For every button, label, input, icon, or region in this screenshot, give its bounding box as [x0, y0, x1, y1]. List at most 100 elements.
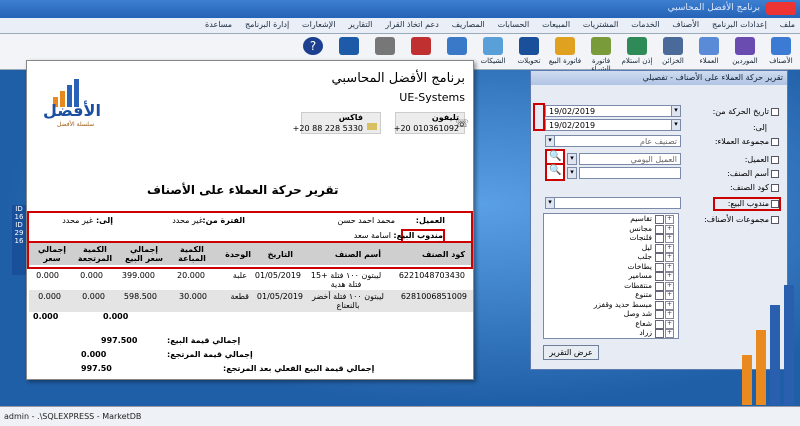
safe-icon — [663, 37, 683, 55]
client-group-select[interactable]: تصنيف عام — [545, 135, 681, 147]
client-group-row[interactable]: مجموعة العملاء: — [715, 137, 779, 146]
show-report-button[interactable]: عرض التقرير — [543, 345, 599, 360]
client-group-dropdown-icon[interactable]: ▾ — [545, 135, 555, 147]
client-dropdown-icon[interactable]: ▾ — [567, 153, 577, 165]
total-sales-label: إجمالي قيمة البيع: — [167, 336, 241, 345]
toolbar-transfers-button[interactable]: تحويلات — [512, 36, 546, 68]
client-row[interactable]: العميل: — [745, 155, 779, 164]
rep-select[interactable] — [545, 197, 681, 209]
tree-item[interactable]: منتقطات — [544, 281, 678, 290]
fax-icon — [367, 123, 377, 130]
logo-text: الأفضل — [43, 101, 101, 120]
toolbar-purchase-invoice-button[interactable]: فاتورة الشراء — [584, 36, 618, 73]
date-from-input[interactable]: 19/02/2019 — [545, 105, 681, 117]
menu-decision[interactable]: دعم اتخاذ القرار — [380, 18, 444, 31]
item-name-select[interactable] — [579, 167, 681, 179]
rep-checkbox[interactable] — [771, 199, 779, 208]
client-select[interactable]: العميل اليومي — [579, 153, 681, 165]
tree-item[interactable]: تقاسيم — [544, 214, 678, 224]
tree-item[interactable]: زراد — [544, 328, 678, 338]
documents-icon — [447, 37, 467, 55]
menu-help[interactable]: مساعدة — [200, 18, 237, 31]
toolbar-receipt-button[interactable]: إذن استلام — [620, 36, 654, 68]
item-code-checkbox[interactable] — [771, 183, 779, 192]
date-to-input[interactable]: 19/02/2019 — [545, 119, 681, 131]
item-name-row[interactable]: أسم الصنف: — [727, 169, 779, 178]
rep-value: اسامة سعد — [353, 231, 391, 240]
tree-item[interactable]: فلنجات — [544, 233, 678, 243]
decorative-bars-icon — [738, 280, 800, 405]
date-to-label: إلى: — [752, 123, 767, 132]
menu-sales[interactable]: المبيعات — [537, 18, 575, 31]
toolbar-sales-invoice-button[interactable]: فاتورة البيع — [548, 36, 582, 68]
report-preview: برنامج الأفضل المحاسبي UE-Systems تليفون… — [26, 60, 474, 380]
tree-item[interactable]: ليل — [544, 243, 678, 252]
report-title: تقرير حركة العملاء على الأصناف — [147, 183, 339, 197]
item-groups-row[interactable]: مجموعات الأصناف: — [704, 215, 779, 224]
client-value: محمد احمد حسن — [337, 216, 395, 225]
menu-notifications[interactable]: الإشعارات — [297, 18, 340, 31]
tree-item[interactable]: شد وصل — [544, 309, 678, 319]
item-name-checkbox[interactable] — [771, 169, 779, 178]
menu-admin[interactable]: إدارة البرنامج — [240, 18, 294, 31]
search-icon: 🔍 — [549, 151, 562, 162]
net-sales-label: إجمالي قيمة البيع الفعلي بعد المرتجع: — [223, 364, 375, 373]
receipt-icon — [627, 37, 647, 55]
menu-purchases[interactable]: المشتريات — [578, 18, 623, 31]
total-returned-value: 0.000 — [81, 350, 107, 359]
date-arrow-highlight — [533, 103, 545, 131]
tree-item[interactable]: شعاع — [544, 319, 678, 328]
fax-label: فاكس — [338, 113, 363, 122]
app-logo-icon — [766, 2, 796, 15]
tree-item[interactable]: مسامير — [544, 271, 678, 281]
menu-services[interactable]: الخدمات — [626, 18, 664, 31]
sales-invoice-icon — [555, 37, 575, 55]
toolbar-cheques-button[interactable]: الشيكات — [476, 36, 510, 68]
period-label: الفترة من: — [202, 216, 245, 225]
menu-expenses[interactable]: المصاريف — [447, 18, 490, 31]
menu-settings[interactable]: إعدادات البرنامج — [707, 18, 772, 31]
left-side-panel: ID 16 ID 29 16 — [12, 205, 26, 275]
toolbar-safes-button[interactable]: الخزائن — [656, 36, 690, 68]
rep-label: مندوب البيع: — [393, 231, 443, 240]
date-from-checkbox-row[interactable]: تاريخ الحركة من: — [713, 107, 779, 116]
logo-subtext: سلسلة الأفضل — [57, 121, 95, 128]
rep-row[interactable]: مندوب البيع: — [728, 199, 779, 208]
date-from-dropdown-icon[interactable]: ▾ — [671, 105, 681, 117]
menu-items[interactable]: الأصناف — [667, 18, 704, 31]
date-from-checkbox[interactable] — [771, 107, 779, 116]
toolbar-clients-button[interactable]: العملاء — [692, 36, 726, 68]
tree-item[interactable]: مبسط حديد وقفزر — [544, 300, 678, 309]
toolbar-suppliers-button[interactable]: الموردين — [728, 36, 762, 68]
transfers-icon — [519, 37, 539, 55]
clients-icon — [699, 37, 719, 55]
fax-value: +20 88 228 5330 — [292, 124, 363, 133]
total-returned-label: إجمالي قيمة المرتجع: — [167, 350, 253, 359]
report-company-name: برنامج الأفضل المحاسبي — [331, 71, 465, 86]
cheques-icon — [483, 37, 503, 55]
tree-item[interactable]: يطاخات — [544, 262, 678, 271]
chart-icon — [339, 37, 359, 55]
table-row: 6281006851009 ليبتون ١٠٠ فتلة أخضر بالنع… — [29, 290, 473, 312]
tree-item[interactable]: جلب — [544, 252, 678, 262]
dialog-caption: تقرير حركة العملاء على الأصناف - تفصيلي — [531, 71, 787, 85]
menu-file[interactable]: ملف — [775, 18, 800, 31]
client-checkbox[interactable] — [771, 155, 779, 164]
item-groups-tree[interactable]: تقاسيم مجانس فلنجات ليل جلب يطاخات مسامي… — [543, 213, 679, 339]
toolbar-items-button[interactable]: الأصناف — [764, 36, 798, 68]
client-group-checkbox[interactable] — [771, 137, 779, 146]
scale-icon — [375, 37, 395, 55]
phone-value: +20 010361092 — [393, 124, 459, 133]
menu-reports[interactable]: التقارير — [343, 18, 377, 31]
tree-item[interactable]: مجانس — [544, 224, 678, 233]
menu-accounts[interactable]: الحسابات — [493, 18, 535, 31]
box-icon — [411, 37, 431, 55]
item-groups-checkbox[interactable] — [771, 215, 779, 224]
date-to-dropdown-icon[interactable]: ▾ — [671, 119, 681, 131]
menu-bar: ملف إعدادات البرنامج الأصناف الخدمات الم… — [0, 18, 800, 34]
tree-item[interactable]: متنوع — [544, 290, 678, 300]
item-name-dropdown-icon[interactable]: ▾ — [567, 167, 577, 179]
rep-dropdown-icon[interactable]: ▾ — [545, 197, 555, 209]
total-sales-value: 997.500 — [101, 336, 138, 345]
item-code-row[interactable]: كود الصنف: — [730, 183, 779, 192]
